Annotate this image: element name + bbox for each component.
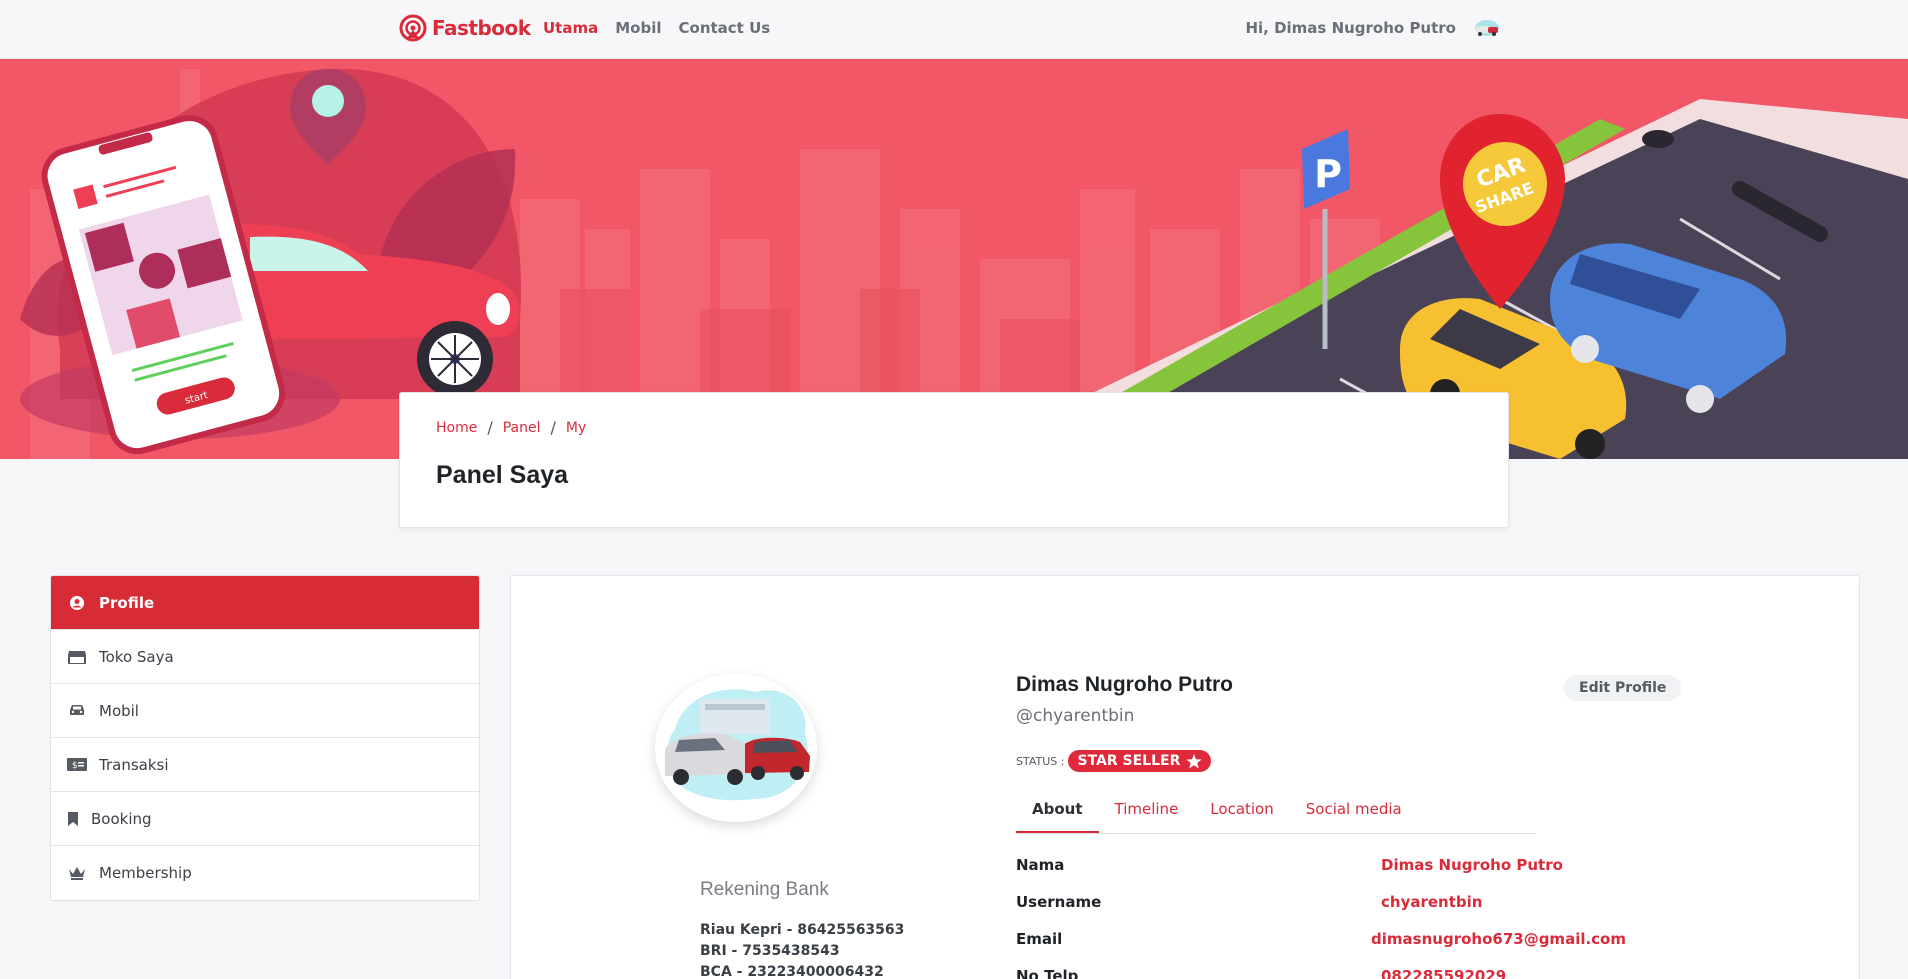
svg-text:$: $	[72, 761, 78, 771]
page-header-card: Home / Panel / My Panel Saya	[399, 392, 1509, 528]
bookmark-icon	[67, 811, 79, 827]
user-greeting[interactable]: Hi, Dimas Nugroho Putro	[1245, 19, 1456, 37]
about-row-email: Email dimasnugroho673@gmail.com	[1016, 930, 1626, 967]
user-circle-icon	[67, 595, 87, 611]
user-avatar[interactable]	[1472, 14, 1502, 40]
status-badge-text: STAR SELLER	[1077, 753, 1181, 769]
tab-location[interactable]: Location	[1194, 790, 1289, 833]
profile-photo	[655, 674, 817, 822]
steering-wheel-icon	[399, 14, 427, 42]
bank-account-item: Riau Kepri - 86425563563	[700, 922, 905, 938]
about-key: Email	[1016, 930, 1063, 948]
breadcrumb-separator: /	[487, 418, 493, 437]
about-key: Nama	[1016, 856, 1065, 874]
bank-account-item: BCA - 23223400006432	[700, 964, 884, 979]
sidebar-menu: Profile Toko Saya Mobil $ Transaksi Book…	[50, 575, 480, 901]
money-bill-icon: $	[67, 757, 87, 773]
page-title: Panel Saya	[436, 461, 569, 489]
bank-account-list: Riau Kepri - 86425563563 BRI - 753543854…	[700, 920, 904, 979]
tab-timeline[interactable]: Timeline	[1099, 790, 1195, 833]
sidebar-item-label: Transaksi	[99, 755, 169, 774]
store-icon	[67, 649, 87, 665]
edit-profile-button[interactable]: Edit Profile	[1564, 675, 1682, 701]
status-badge: STAR SELLER	[1068, 750, 1212, 772]
sidebar-item-label: Mobil	[99, 701, 139, 720]
status-row: STATUS : STAR SELLER	[1016, 750, 1212, 772]
about-value: Dimas Nugroho Putro	[1381, 856, 1563, 874]
about-value: 082285592029	[1381, 967, 1507, 979]
status-label: STATUS :	[1016, 754, 1065, 768]
sidebar-item-transaksi[interactable]: $ Transaksi	[51, 738, 479, 792]
sidebar-item-membership[interactable]: Membership	[51, 846, 479, 900]
profile-tabs: About Timeline Location Social media	[1016, 790, 1536, 834]
about-row-nama: Nama Dimas Nugroho Putro	[1016, 856, 1626, 893]
sidebar-item-label: Membership	[99, 864, 192, 882]
car-icon	[67, 703, 87, 719]
about-value: dimasnugroho673@gmail.com	[1371, 930, 1626, 948]
breadcrumb-panel[interactable]: Panel	[503, 420, 541, 436]
tab-social-media[interactable]: Social media	[1290, 790, 1418, 833]
brand-name: Fastbook	[432, 16, 531, 40]
about-row-username: Username chyarentbin	[1016, 893, 1626, 930]
sidebar-item-label: Toko Saya	[99, 647, 174, 666]
nav-links: Utama Mobil Contact Us	[543, 19, 770, 37]
bank-section-title: Rekening Bank	[700, 879, 829, 900]
navbar: Fastbook Utama Mobil Contact Us Hi, Dima…	[0, 0, 1908, 59]
brand-logo[interactable]: Fastbook	[398, 13, 531, 43]
sidebar-item-mobil[interactable]: Mobil	[51, 684, 479, 738]
breadcrumb: Home / Panel / My	[436, 418, 586, 437]
nav-link-mobil[interactable]: Mobil	[615, 19, 661, 37]
nav-link-contact-us[interactable]: Contact Us	[679, 19, 771, 37]
profile-username: @chyarentbin	[1016, 706, 1135, 726]
crown-icon	[67, 865, 87, 881]
sidebar-item-label: Booking	[91, 809, 152, 828]
bank-account-item: BRI - 7535438543	[700, 943, 840, 959]
breadcrumb-home[interactable]: Home	[436, 420, 477, 436]
sidebar-item-label: Profile	[99, 593, 155, 612]
about-key: Username	[1016, 893, 1102, 911]
star-icon	[1186, 753, 1202, 768]
sidebar-item-toko-saya[interactable]: Toko Saya	[51, 630, 479, 684]
nav-link-utama[interactable]: Utama	[543, 19, 598, 37]
profile-name: Dimas Nugroho Putro	[1016, 673, 1234, 696]
profile-card: Rekening Bank Riau Kepri - 86425563563 B…	[510, 575, 1860, 979]
about-value: chyarentbin	[1381, 893, 1483, 911]
about-key: No Telp	[1016, 967, 1079, 979]
parking-sign-letter: P	[1314, 152, 1342, 196]
sidebar-item-booking[interactable]: Booking	[51, 792, 479, 846]
tab-about[interactable]: About	[1016, 790, 1099, 833]
breadcrumb-my[interactable]: My	[566, 420, 586, 436]
sidebar-item-profile[interactable]: Profile	[51, 576, 479, 630]
about-row-no-telp: No Telp 082285592029	[1016, 967, 1626, 979]
about-details: Nama Dimas Nugroho Putro Username chyare…	[1016, 856, 1626, 979]
breadcrumb-separator: /	[550, 418, 556, 437]
